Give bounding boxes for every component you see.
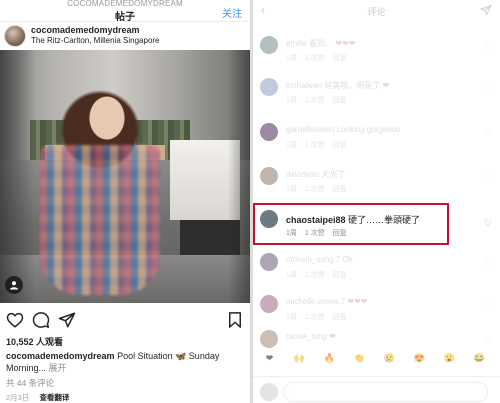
comment-username[interactable]: davidwsu xyxy=(286,170,322,179)
reply-button[interactable]: 回复 xyxy=(333,97,347,104)
post-author[interactable]: cocomademedomydream The Ritz-Carlton, Mi… xyxy=(0,22,250,48)
translate-link[interactable]: 查看翻译 xyxy=(39,393,69,402)
comment-item[interactable]: davidwsu 天光了 1周 1 次赞 回复 ♡ xyxy=(253,167,500,207)
comment-username[interactable]: nicole_tang xyxy=(286,332,329,341)
comment-icon[interactable] xyxy=(32,311,50,329)
comments-title: 评论 xyxy=(367,7,386,17)
post-header-bar: COCOMADEMEDOMYDREAM 帖子 关注 xyxy=(0,0,250,23)
comment-item[interactable]: garrettieuwen Looking gorgeous 1周 1 次赞 回复 ♡ xyxy=(253,123,500,163)
comment-time: 1周 xyxy=(286,186,297,193)
reply-button[interactable]: 回复 xyxy=(333,314,347,321)
like-comment-heart-icon[interactable]: ♡ xyxy=(484,218,492,229)
comment-username[interactable]: garrettieuwen xyxy=(286,125,337,134)
comment-time: 1周 xyxy=(286,142,297,149)
comment-input-row xyxy=(253,376,500,403)
comment-username[interactable]: michelle.wooie.7 xyxy=(286,297,347,306)
avatar[interactable] xyxy=(260,167,278,185)
comment-emoji: ❤ xyxy=(382,81,390,90)
highlight-box xyxy=(253,203,449,245)
comment-username[interactable]: mohsin_sung.7 xyxy=(286,255,342,264)
like-comment-heart-icon[interactable]: ♡ xyxy=(484,128,492,139)
reply-button[interactable]: 回复 xyxy=(333,55,347,62)
reply-button[interactable]: 回复 xyxy=(333,186,347,193)
like-comment-heart-icon[interactable]: ♡ xyxy=(484,83,492,94)
comment-like-count[interactable]: 1 次赞 xyxy=(305,142,325,149)
comment-text: 好美哦，啊是了 xyxy=(324,81,383,90)
post-caption: cocomademedomydream Pool Situation 🦋 Sun… xyxy=(6,350,246,374)
comment-username[interactable]: lorihaiwan xyxy=(286,81,324,90)
comment-time: 1周 xyxy=(286,97,297,104)
comment-emoji: ❤❤❤ xyxy=(347,297,368,306)
emoji-button[interactable]: 😢 xyxy=(383,352,396,365)
like-comment-heart-icon[interactable]: ♡ xyxy=(484,300,492,311)
comment-like-count[interactable]: 1 次赞 xyxy=(305,55,325,62)
comment-time: 1周 xyxy=(286,314,297,321)
user-tag-icon[interactable] xyxy=(5,276,23,294)
avatar[interactable] xyxy=(260,253,278,271)
comment-item[interactable]: lorihaiwan 好美哦，啊是了 ❤ 1周 1 次赞 回复 ♡ xyxy=(253,78,500,118)
avatar[interactable] xyxy=(260,123,278,141)
post-date: 2月3日 xyxy=(6,393,30,402)
emoji-button[interactable]: 😍 xyxy=(413,352,426,365)
page-title: 帖子 xyxy=(115,12,135,23)
avatar xyxy=(260,383,278,401)
emoji-button[interactable]: 🙌 xyxy=(293,352,306,365)
comment-like-count[interactable]: 1 次赞 xyxy=(305,186,325,193)
comment-time: 1周 xyxy=(286,55,297,62)
avatar[interactable] xyxy=(260,330,278,348)
follow-button[interactable]: 关注 xyxy=(222,5,242,20)
post-photo[interactable] xyxy=(0,50,250,303)
comment-emoji: ❤ xyxy=(329,332,336,341)
emoji-button[interactable]: 😮 xyxy=(443,352,456,365)
reply-button[interactable]: 回复 xyxy=(333,272,347,279)
emoji-button[interactable]: 🔥 xyxy=(323,352,336,365)
bookmark-icon[interactable] xyxy=(226,311,244,329)
comment-time: 1周 xyxy=(286,272,297,279)
post-location[interactable]: The Ritz-Carlton, Millenia Singapore xyxy=(31,36,160,45)
comments-header: ‹ 评论 xyxy=(253,0,500,22)
share-icon[interactable] xyxy=(58,311,76,329)
comment-text: 看到… xyxy=(309,39,336,48)
like-comment-heart-icon[interactable]: ♡ xyxy=(484,335,492,346)
comment-like-count[interactable]: 1 次赞 xyxy=(305,97,325,104)
avatar[interactable] xyxy=(4,25,26,47)
avatar[interactable] xyxy=(260,78,278,96)
like-comment-heart-icon[interactable]: ♡ xyxy=(484,258,492,269)
comment-input[interactable] xyxy=(283,382,488,402)
emoji-button[interactable]: ❤ xyxy=(263,352,276,365)
comment-emoji: ❤❤❤ xyxy=(335,39,356,48)
caption-username[interactable]: cocomademedomydream xyxy=(6,351,115,361)
reply-button[interactable]: 回复 xyxy=(333,142,347,149)
comment-text: Ok xyxy=(342,255,353,264)
post-panel: COCOMADEMEDOMYDREAM 帖子 关注 cocomademedomy… xyxy=(0,0,250,403)
like-comment-heart-icon[interactable]: ♡ xyxy=(484,172,492,183)
comment-text: 天光了 xyxy=(321,170,346,179)
view-all-comments-link[interactable]: 共 44 条评论 xyxy=(6,377,54,389)
comment-like-count[interactable]: 1 次赞 xyxy=(305,272,325,279)
comments-panel: ‹ 评论 emilie 看到… ❤❤❤ 1周 1 次赞 回复 ♡ lorihaiwan 好… xyxy=(253,0,500,403)
view-count[interactable]: 10,552 人观看 xyxy=(6,335,63,348)
comment-item[interactable]: emilie 看到… ❤❤❤ 1周 1 次赞 回复 ♡ xyxy=(253,36,500,76)
comment-text: Looking gorgeous xyxy=(336,125,401,134)
expand-caption-link[interactable]: 展开 xyxy=(49,363,67,373)
heart-icon[interactable] xyxy=(6,311,24,329)
header-username: COCOMADEMEDOMYDREAM xyxy=(67,0,183,8)
post-date-row: 2月3日 查看翻译 xyxy=(6,392,69,403)
comment-item[interactable]: mohsin_sung.7 Ok 1周 1 次赞 回复 ♡ xyxy=(253,253,500,293)
comment-username[interactable]: emilie xyxy=(286,39,309,48)
mosaic-censor xyxy=(40,145,160,295)
post-actions xyxy=(0,311,250,331)
quick-emoji-bar: ❤ 🙌 🔥 👏 😢 😍 😮 😂 xyxy=(253,350,500,368)
comment-like-count[interactable]: 1 次赞 xyxy=(305,314,325,321)
comment-item[interactable]: michelle.wooie.7 ❤❤❤ 1周 1 次赞 回复 ♡ xyxy=(253,295,500,335)
emoji-button[interactable]: 😂 xyxy=(473,352,486,365)
avatar[interactable] xyxy=(260,36,278,54)
avatar[interactable] xyxy=(260,295,278,313)
post-username[interactable]: cocomademedomydream xyxy=(31,25,140,35)
emoji-button[interactable]: 👏 xyxy=(353,352,366,365)
like-comment-heart-icon[interactable]: ♡ xyxy=(484,41,492,52)
send-icon[interactable] xyxy=(480,4,492,16)
